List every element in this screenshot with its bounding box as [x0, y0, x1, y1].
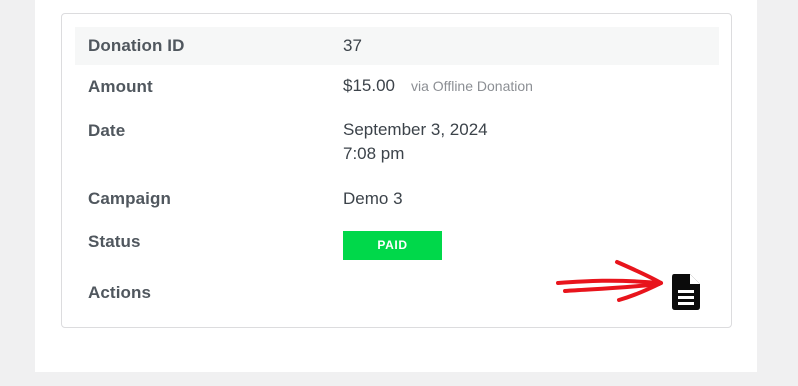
donation-details-card: Donation ID 37 Amount $15.00 via Offline…: [61, 13, 732, 328]
receipt-document-icon[interactable]: [671, 273, 701, 311]
amount-value: $15.00: [343, 76, 395, 95]
campaign-label: Campaign: [88, 189, 171, 208]
actions-row: Actions: [75, 280, 719, 312]
date-day: September 3, 2024: [343, 120, 488, 139]
campaign-row: Campaign Demo 3: [75, 186, 719, 216]
payment-method-text: via Offline Donation: [411, 78, 533, 94]
status-badge: PAID: [343, 231, 442, 260]
amount-label: Amount: [88, 77, 153, 96]
campaign-value: Demo 3: [343, 189, 403, 208]
date-value: September 3, 2024 7:08 pm: [343, 118, 488, 166]
donation-id-value: 37: [343, 36, 362, 55]
status-row: Status PAID: [75, 231, 719, 263]
donation-id-row: Donation ID 37: [75, 27, 719, 65]
date-label: Date: [88, 121, 126, 140]
date-time: 7:08 pm: [343, 144, 405, 163]
amount-row: Amount $15.00 via Offline Donation: [75, 74, 719, 104]
actions-label: Actions: [88, 283, 152, 302]
date-row: Date September 3, 2024 7:08 pm: [75, 118, 719, 172]
donation-id-label: Donation ID: [88, 36, 185, 55]
status-label: Status: [88, 232, 141, 251]
